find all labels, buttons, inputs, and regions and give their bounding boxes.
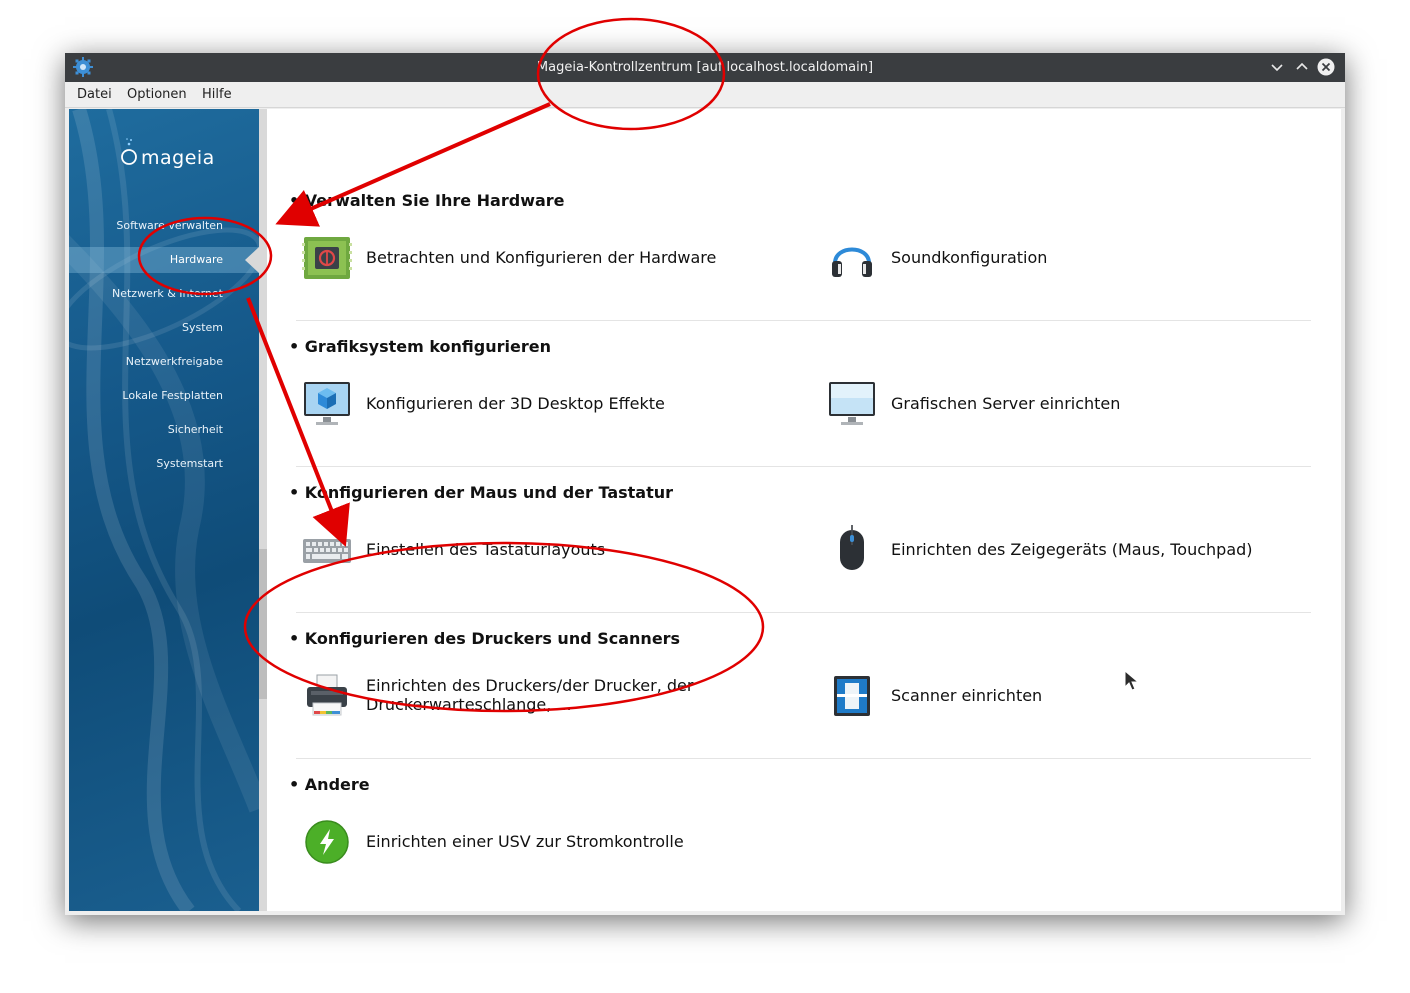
sidebar-item-security[interactable]: Sicherheit xyxy=(168,423,223,436)
hardware-board-icon xyxy=(302,237,352,279)
tool-pointing-device[interactable]: Einrichten des Zeigegeräts (Maus, Touchp… xyxy=(827,525,1267,575)
section-divider xyxy=(296,320,1311,321)
sidebar-item-system[interactable]: System xyxy=(182,321,223,334)
category-sidebar: mageia Software verwalten Hardware Netzw… xyxy=(69,109,259,911)
sidebar-item-label: Hardware xyxy=(169,253,223,266)
tool-graphical-server[interactable]: Grafischen Server einrichten xyxy=(827,379,1187,429)
sidebar-item-disks[interactable]: Lokale Festplatten xyxy=(122,389,223,402)
headphones-icon xyxy=(832,247,872,277)
tool-label: Einrichten des Zeigegeräts (Maus, Touchp… xyxy=(891,540,1253,559)
tool-label: Scanner einrichten xyxy=(891,686,1043,705)
mageia-logo-text: mageia xyxy=(141,147,215,169)
pane-splitter[interactable] xyxy=(259,109,267,911)
maximize-chevron-icon[interactable] xyxy=(1293,58,1311,76)
menu-hilfe[interactable]: Hilfe xyxy=(202,87,232,102)
selection-notch xyxy=(245,247,259,273)
printer-icon xyxy=(307,674,347,716)
application-window: Mageia-Kontrollzentrum [auf localhost.lo… xyxy=(65,53,1345,915)
sidebar-item-hardware[interactable]: Hardware xyxy=(69,247,259,273)
sidebar-item-sharing[interactable]: Netzwerkfreigabe xyxy=(126,355,223,368)
power-lightning-icon xyxy=(305,820,349,864)
tool-label: Grafischen Server einrichten xyxy=(891,394,1121,413)
tool-scanner-setup[interactable]: Scanner einrichten xyxy=(827,671,1127,721)
keyboard-icon xyxy=(303,539,351,563)
splitter-grip[interactable] xyxy=(259,549,267,699)
mouse-pointer-icon xyxy=(1124,670,1140,691)
section-title: • Grafiksystem konfigurieren xyxy=(289,337,551,356)
section-divider xyxy=(296,466,1311,467)
menu-optionen[interactable]: Optionen xyxy=(127,87,187,102)
tool-label: Soundkonfiguration xyxy=(891,248,1048,267)
section-title: • Konfigurieren der Maus und der Tastatu… xyxy=(289,483,674,502)
section-title: • Konfigurieren des Druckers und Scanner… xyxy=(289,629,681,648)
close-icon[interactable] xyxy=(1317,58,1335,76)
tool-keyboard-layout[interactable]: Einstellen des Tastaturlayouts xyxy=(302,525,762,575)
sidebar-item-software[interactable]: Software verwalten xyxy=(116,219,223,232)
tool-ups-power[interactable]: Einrichten einer USV zur Stromkontrolle xyxy=(302,817,762,867)
scanner-icon xyxy=(834,676,870,716)
menu-datei[interactable]: Datei xyxy=(77,87,112,102)
sidebar-item-network[interactable]: Netzwerk & Internet xyxy=(112,287,223,300)
section-divider xyxy=(296,612,1311,613)
tool-sound-config[interactable]: Soundkonfiguration xyxy=(827,233,1127,283)
tool-label: Betrachten und Konfigurieren der Hardwar… xyxy=(366,248,717,267)
tool-3d-desktop-effects[interactable]: Konfigurieren der 3D Desktop Effekte xyxy=(302,379,762,429)
section-title: • Andere xyxy=(289,775,370,794)
section-title: • Verwalten Sie Ihre Hardware xyxy=(289,191,565,210)
menu-bar: Datei Optionen Hilfe xyxy=(65,82,1345,108)
tool-label: Einrichten einer USV zur Stromkontrolle xyxy=(366,832,684,851)
monitor-3d-cube-icon xyxy=(304,382,350,425)
tool-hardware-config[interactable]: Betrachten und Konfigurieren der Hardwar… xyxy=(302,233,762,283)
minimize-chevron-icon[interactable] xyxy=(1268,58,1286,76)
tool-printer-setup[interactable]: Einrichten des Druckers/der Drucker, der… xyxy=(302,671,762,721)
monitor-icon xyxy=(829,382,875,425)
title-bar[interactable]: Mageia-Kontrollzentrum [auf localhost.lo… xyxy=(65,53,1345,82)
section-divider xyxy=(296,758,1311,759)
tools-panel: • Verwalten Sie Ihre Hardware Betrachten… xyxy=(267,109,1341,911)
window-title: Mageia-Kontrollzentrum [auf localhost.lo… xyxy=(536,60,874,75)
sidebar-item-boot[interactable]: Systemstart xyxy=(156,457,223,470)
tool-label: Einstellen des Tastaturlayouts xyxy=(366,540,606,559)
tool-label: Konfigurieren der 3D Desktop Effekte xyxy=(366,394,665,413)
mouse-icon xyxy=(840,525,864,570)
tool-label: Einrichten des Druckers/der Drucker, der… xyxy=(366,676,694,714)
